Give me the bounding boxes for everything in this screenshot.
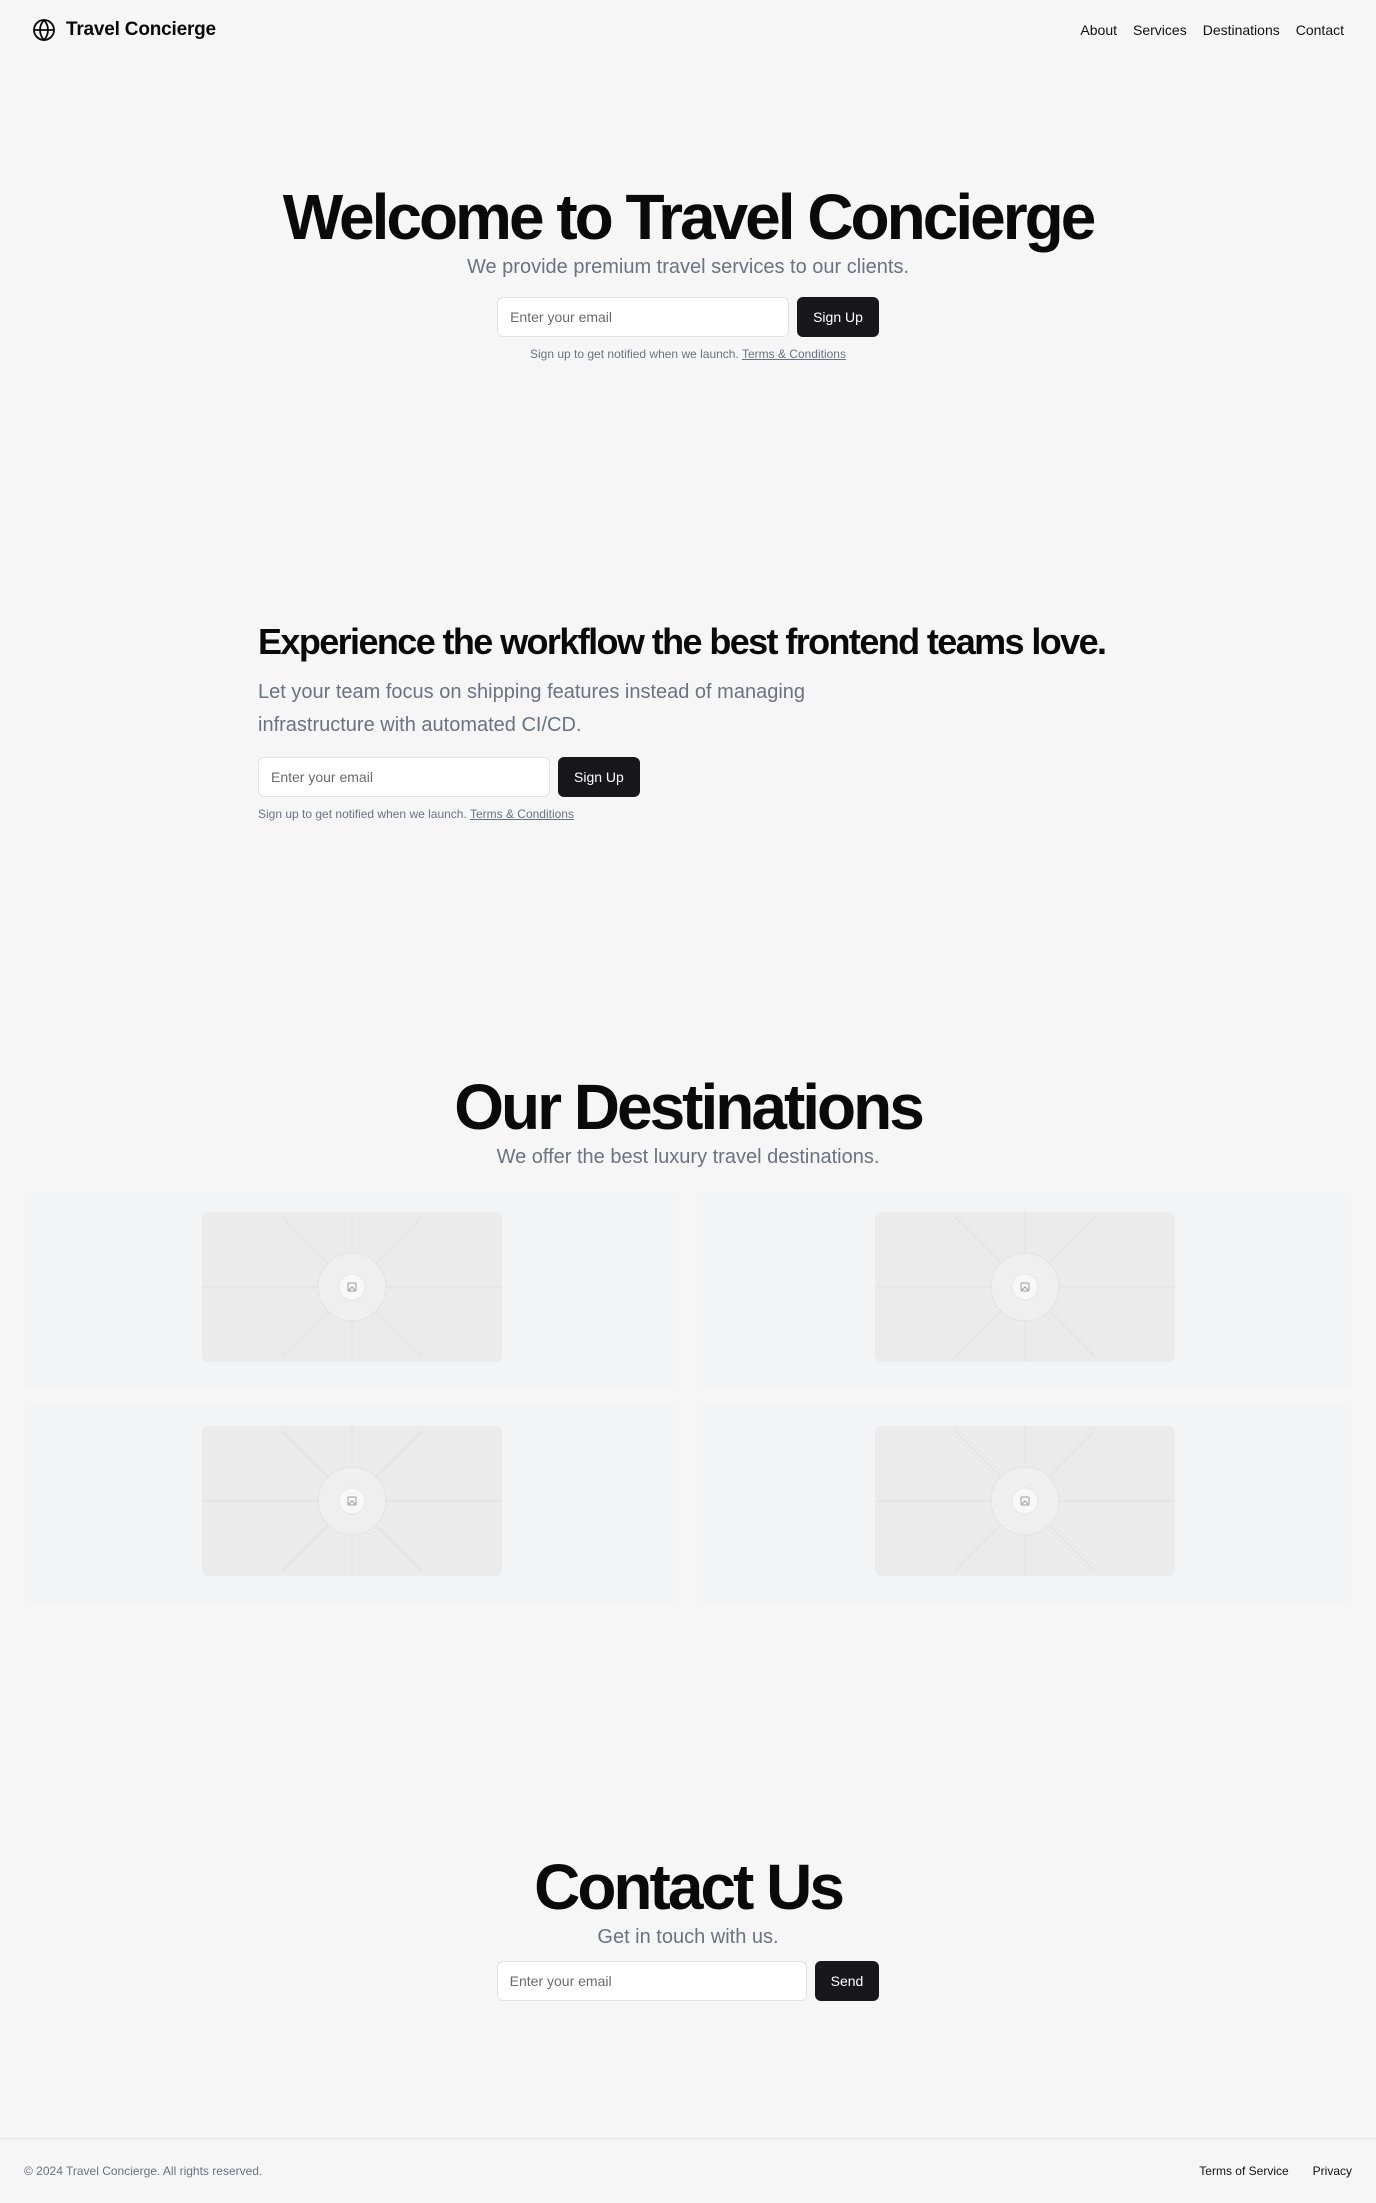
workflow-section: Experience the workflow the best fronten… bbox=[258, 618, 1158, 821]
footer-nav: Terms of Service Privacy bbox=[1199, 2164, 1352, 2178]
site-footer: © 2024 Travel Concierge. All rights rese… bbox=[0, 2138, 1376, 2203]
nav-link-services[interactable]: Services bbox=[1133, 22, 1187, 38]
hero-title: Welcome to Travel Concierge bbox=[282, 181, 1097, 253]
page: Travel Concierge About Services Destinat… bbox=[0, 0, 1376, 2203]
image-placeholder-icon bbox=[201, 1212, 502, 1362]
globe-icon bbox=[32, 18, 56, 42]
hero-signup-note: Sign up to get notified when we launch. … bbox=[0, 347, 1376, 361]
destinations-title: Our Destinations bbox=[454, 1071, 925, 1143]
contact-subtitle: Get in touch with us. bbox=[597, 1926, 779, 1948]
contact-section: Contact Us Get in touch with us. Send bbox=[0, 1850, 1376, 2001]
contact-form: Send bbox=[0, 1961, 1376, 2001]
hero-note-text: Sign up to get notified when we launch. bbox=[530, 347, 739, 361]
workflow-note-text: Sign up to get notified when we launch. bbox=[258, 807, 467, 821]
workflow-title: Experience the workflow the best fronten… bbox=[258, 621, 1107, 662]
footer-link-terms[interactable]: Terms of Service bbox=[1199, 2164, 1288, 2178]
destinations-grid bbox=[24, 1192, 1352, 1602]
workflow-text: Let your team focus on shipping features… bbox=[258, 681, 806, 736]
destinations-subtitle: We offer the best luxury travel destinat… bbox=[496, 1146, 880, 1168]
hero-signup-form: Sign Up bbox=[0, 297, 1376, 337]
copyright-text: © 2024 Travel Concierge. All rights rese… bbox=[24, 2164, 263, 2178]
workflow-sign-up-button[interactable]: Sign Up bbox=[558, 757, 640, 797]
image-placeholder-icon bbox=[874, 1426, 1175, 1576]
destinations-section: Our Destinations We offer the best luxur… bbox=[0, 1070, 1376, 1602]
main-nav: About Services Destinations Contact bbox=[1080, 22, 1344, 38]
hero-sign-up-button[interactable]: Sign Up bbox=[797, 297, 879, 337]
brand-name: Travel Concierge bbox=[66, 19, 216, 40]
brand[interactable]: Travel Concierge bbox=[32, 18, 216, 42]
destination-card[interactable] bbox=[697, 1406, 1352, 1602]
destination-card[interactable] bbox=[24, 1192, 679, 1388]
image-placeholder-icon bbox=[201, 1426, 502, 1576]
hero-subtitle: We provide premium travel services to ou… bbox=[466, 256, 909, 278]
nav-link-destinations[interactable]: Destinations bbox=[1203, 22, 1280, 38]
hero-section: Welcome to Travel Concierge We provide p… bbox=[0, 180, 1376, 361]
contact-email-input[interactable] bbox=[496, 1961, 807, 2001]
site-header: Travel Concierge About Services Destinat… bbox=[0, 0, 1376, 60]
destination-card[interactable] bbox=[697, 1192, 1352, 1388]
nav-link-contact[interactable]: Contact bbox=[1296, 22, 1344, 38]
hero-email-input[interactable] bbox=[497, 297, 790, 337]
hero-terms-link[interactable]: Terms & Conditions bbox=[742, 347, 846, 361]
contact-title: Contact Us bbox=[534, 1851, 845, 1923]
workflow-terms-link[interactable]: Terms & Conditions bbox=[470, 807, 574, 821]
workflow-email-input[interactable] bbox=[258, 757, 550, 797]
destination-card[interactable] bbox=[24, 1406, 679, 1602]
workflow-signup-form: Sign Up bbox=[258, 757, 1158, 797]
workflow-signup-note: Sign up to get notified when we launch. … bbox=[258, 807, 1158, 821]
send-button[interactable]: Send bbox=[814, 1961, 880, 2001]
nav-link-about[interactable]: About bbox=[1080, 22, 1117, 38]
footer-link-privacy[interactable]: Privacy bbox=[1313, 2164, 1352, 2178]
image-placeholder-icon bbox=[874, 1212, 1175, 1362]
